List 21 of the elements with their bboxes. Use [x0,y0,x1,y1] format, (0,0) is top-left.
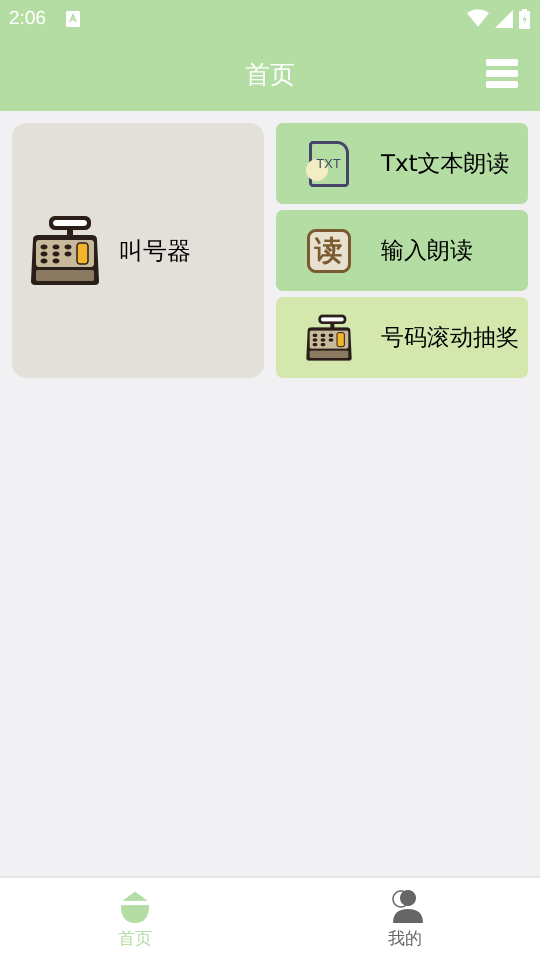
card-label: 输入朗读 [381,237,473,266]
feature-card[interactable]: 号码滚动抽奖 [276,297,528,378]
card-label: 叫号器 [119,236,191,266]
card-label: 号码滚动抽奖 [381,324,519,353]
wifi-icon [467,9,489,28]
menu-icon[interactable] [486,59,518,89]
cash-register-icon [29,214,101,286]
card-label: Txt文本朗读 [381,150,510,179]
nav-tab[interactable]: 我的 [270,878,540,960]
read-character-icon: 读 [306,228,350,272]
cash-register-icon [304,314,352,362]
feature-card[interactable]: TXT Txt文本朗读 [276,123,528,204]
feature-card[interactable]: 读 输入朗读 [276,210,528,291]
feature-card[interactable]: 叫号器 [12,123,264,378]
battery-icon [519,8,530,28]
text-file-icon: TXT [308,140,348,186]
page-title: 首页 [245,58,295,90]
keyboard-notification-icon [66,10,80,26]
signal-icon [495,10,513,28]
home-icon [119,888,151,924]
status-time: 2:06 [9,8,46,30]
